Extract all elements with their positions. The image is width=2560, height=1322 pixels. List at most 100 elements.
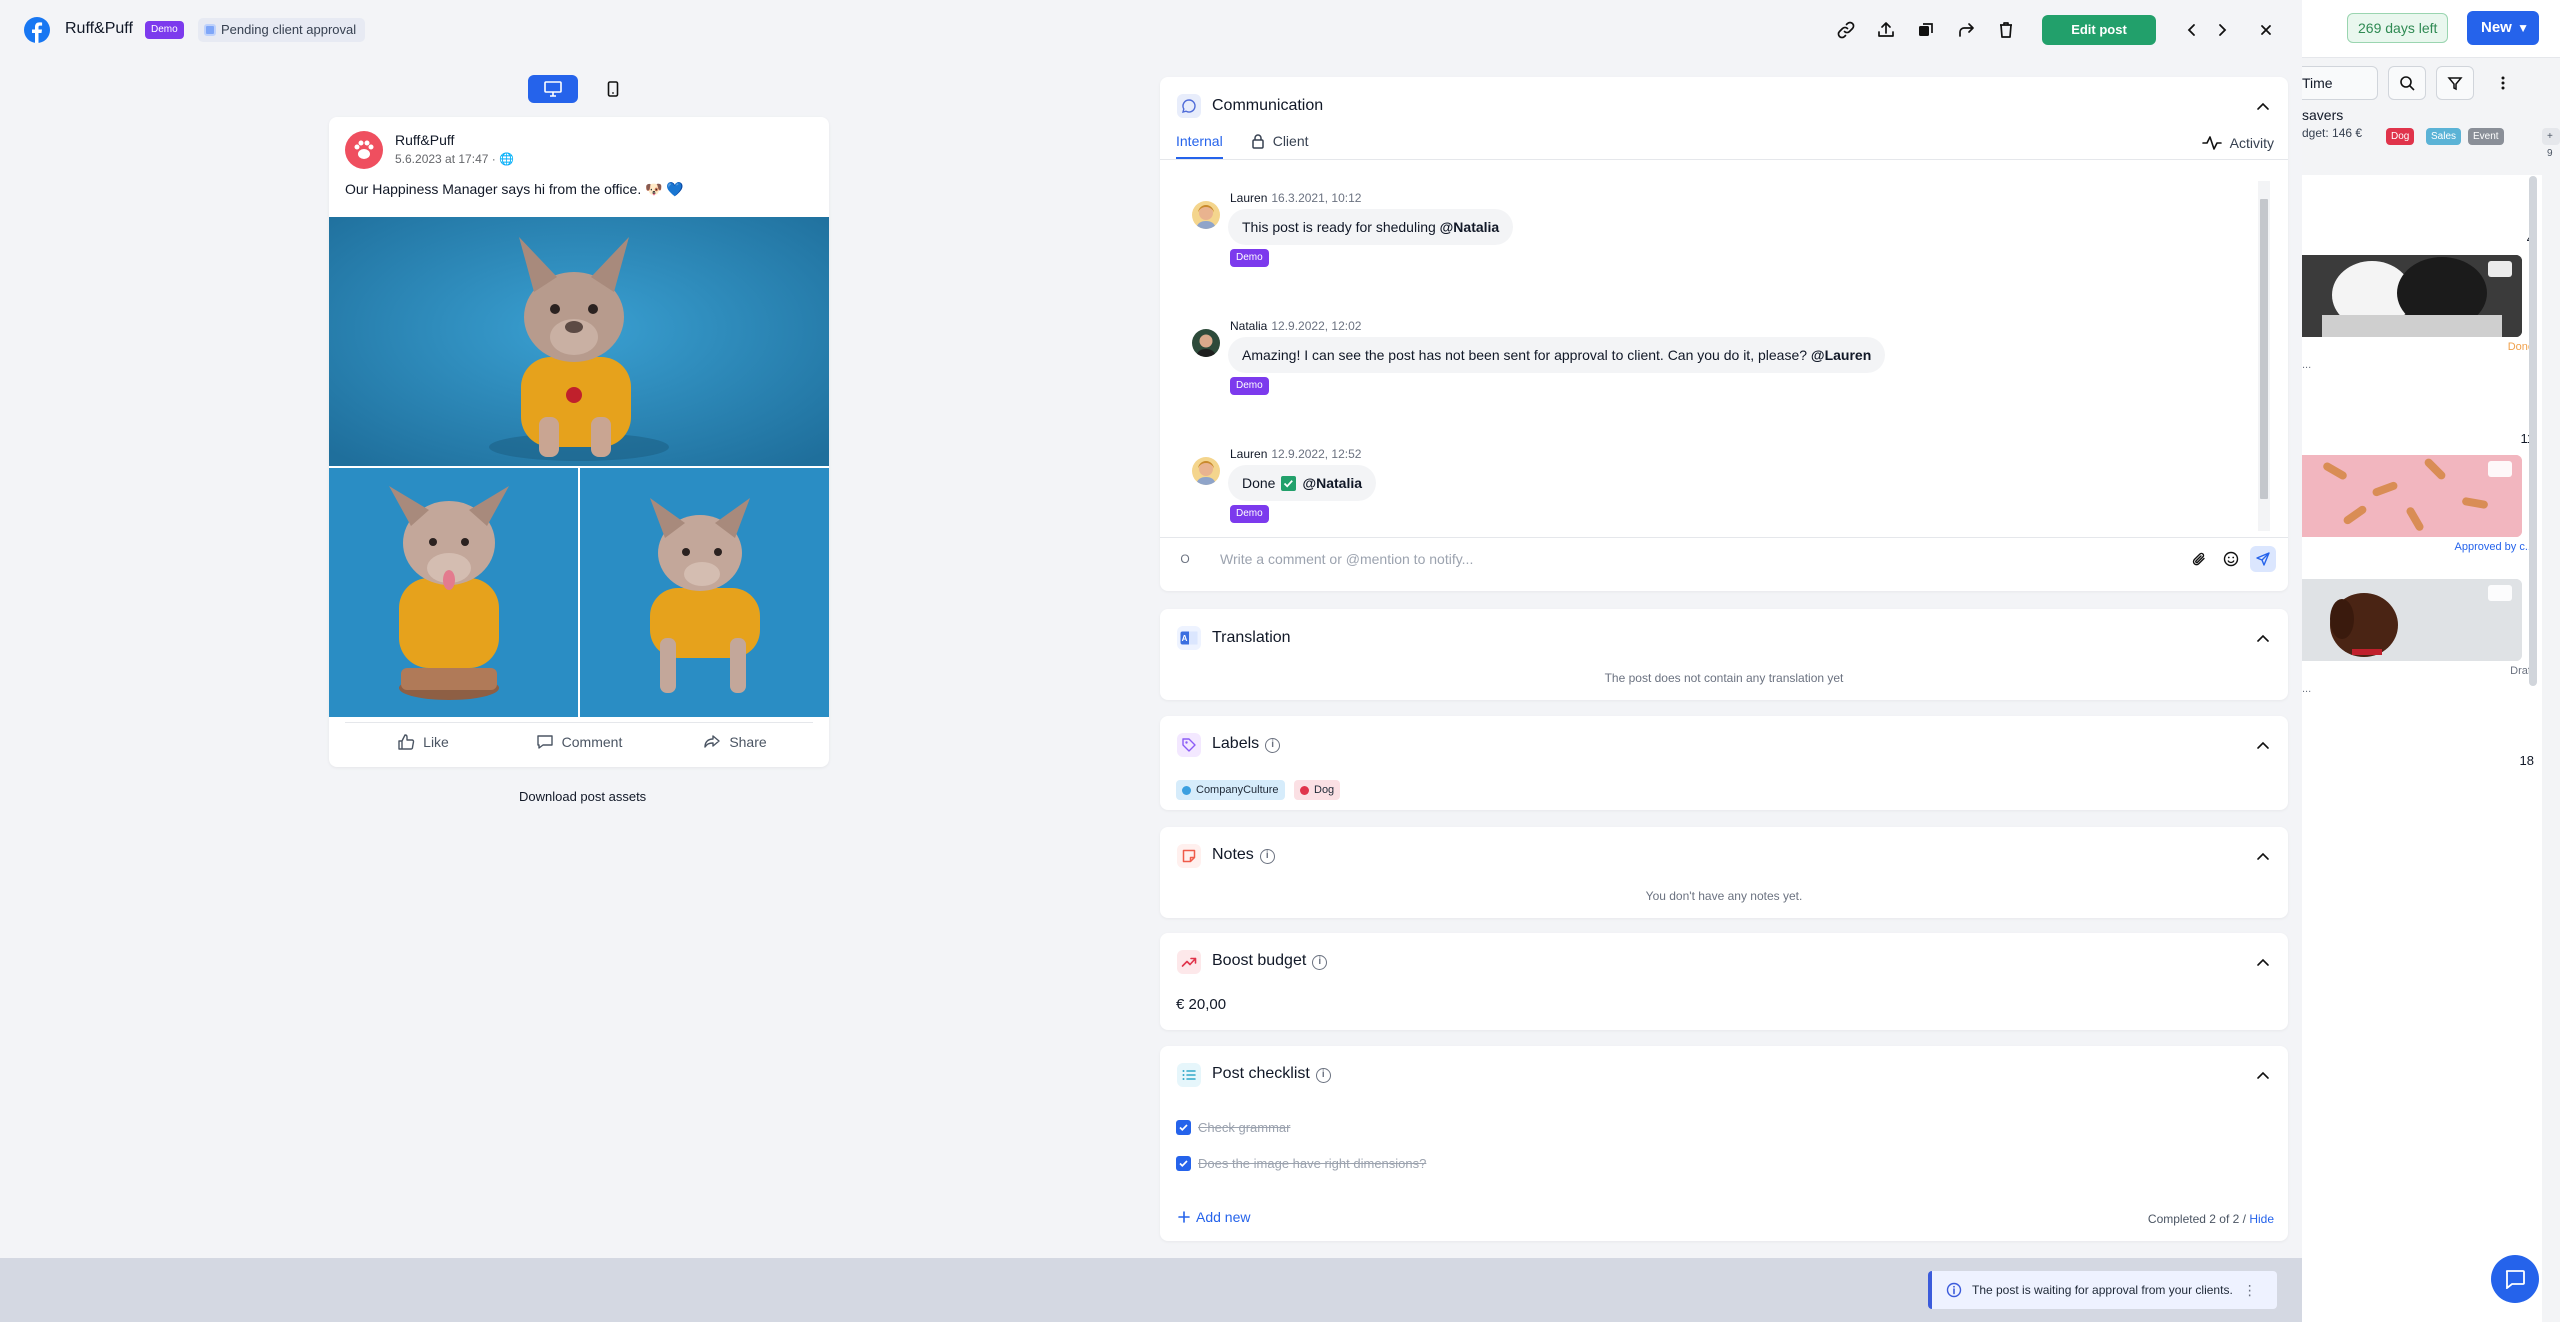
communication-collapse[interactable] <box>2252 95 2274 117</box>
calendar-post-thumb[interactable] <box>2302 255 2522 337</box>
comment-time: 12.9.2022, 12:52 <box>1271 447 1362 461</box>
comment-input[interactable] <box>1220 544 2100 574</box>
comment-meta: Lauren 16.3.2021, 10:12 <box>1230 191 1361 205</box>
next-post-button[interactable] <box>2208 16 2236 44</box>
approval-banner-text: The post is waiting for approval from yo… <box>1972 1283 2233 1297</box>
calendar-post-thumb[interactable] <box>2302 579 2522 661</box>
labels-title: Labels <box>1212 735 1260 752</box>
more-button[interactable] <box>2484 66 2522 100</box>
like-action[interactable]: Like <box>345 723 501 760</box>
comment-meta: Natalia 12.9.2022, 12:02 <box>1230 319 1361 333</box>
checklist-icon-wrap <box>1177 1063 1201 1087</box>
close-button[interactable] <box>2252 16 2280 44</box>
time-savers-button[interactable]: Time savers <box>2302 66 2378 123</box>
labels-title-wrap: Labels i <box>1212 735 1281 753</box>
label-chip-dog[interactable]: Dog <box>1294 780 1341 800</box>
paw-icon <box>354 140 374 159</box>
boost-collapse[interactable] <box>2252 951 2274 973</box>
thread-scrollbar[interactable] <box>2258 181 2270 531</box>
tab-internal[interactable]: Internal <box>1176 127 1223 159</box>
download-assets-link[interactable]: Download post assets <box>519 789 646 804</box>
export-button[interactable] <box>1872 16 1900 44</box>
mobile-view-button[interactable] <box>588 75 638 103</box>
activity-button[interactable]: Activity <box>2201 135 2274 151</box>
checklist-title-wrap: Post checklist i <box>1212 1065 1331 1083</box>
calendar-scrollbar[interactable] <box>2529 176 2537 686</box>
checklist-item: Does the image have right dimensions? <box>1176 1156 1426 1171</box>
comment-author: Natalia <box>1230 319 1268 333</box>
new-button[interactable]: New ▼ <box>2467 11 2539 45</box>
communication-tabs: Internal Client <box>1176 127 1309 159</box>
translate-icon: A <box>1180 631 1198 645</box>
comment-action[interactable]: Comment <box>501 723 657 760</box>
duplicate-button[interactable] <box>1912 16 1940 44</box>
comment-mention[interactable]: @Natalia <box>1440 219 1500 235</box>
calendar-post-thumb[interactable] <box>2302 455 2522 537</box>
previous-post-button[interactable] <box>2178 16 2206 44</box>
tag-icon <box>1182 738 1196 752</box>
copy-link-button[interactable] <box>1832 16 1860 44</box>
checkbox[interactable] <box>1176 1156 1191 1171</box>
checklist-collapse[interactable] <box>2252 1064 2274 1086</box>
info-icon[interactable]: i <box>1315 1068 1331 1083</box>
tabs-divider <box>1160 159 2288 160</box>
info-icon[interactable]: i <box>1312 955 1328 970</box>
attach-button[interactable] <box>2186 546 2212 572</box>
comment-author: Lauren <box>1230 191 1268 205</box>
boost-title-wrap: Boost budget i <box>1212 952 1328 970</box>
forward-button[interactable] <box>1952 16 1980 44</box>
trial-days-badge[interactable]: 269 days left <box>2347 13 2449 43</box>
chat-widget-button[interactable] <box>2491 1255 2539 1303</box>
post-image-main[interactable] <box>329 217 829 466</box>
tag-sales[interactable]: Sales <box>2426 128 2462 145</box>
scrollbar-thumb[interactable] <box>2260 199 2268 499</box>
post-image-3[interactable] <box>580 468 829 717</box>
share-icon <box>704 734 721 748</box>
communication-icon-wrap <box>1177 94 1201 118</box>
tab-client[interactable]: Client <box>1251 127 1309 159</box>
notes-collapse[interactable] <box>2252 845 2274 867</box>
notes-title: Notes <box>1212 846 1254 863</box>
post-checklist-card: Post checklist i Check grammar Does the i… <box>1160 1046 2288 1241</box>
banner-more-icon[interactable]: ⋮ <box>2243 1282 2257 1299</box>
share-action[interactable]: Share <box>657 723 813 760</box>
more-tags[interactable]: + 9 <box>2542 128 2560 159</box>
post-image-2[interactable] <box>329 468 578 717</box>
delete-button[interactable] <box>1992 16 2020 44</box>
emoji-button[interactable] <box>2218 546 2244 572</box>
approval-banner: The post is waiting for approval from yo… <box>1928 1271 2277 1309</box>
comment-time: 16.3.2021, 10:12 <box>1271 191 1362 205</box>
tag-dog[interactable]: Dog <box>2386 128 2415 145</box>
edit-post-button[interactable]: Edit post <box>2042 15 2156 45</box>
label-chip-companyculture[interactable]: CompanyCulture <box>1176 780 1285 800</box>
tab-client-label: Client <box>1272 133 1309 149</box>
comment-mention[interactable]: @Lauren <box>1811 347 1871 363</box>
chevron-up-icon <box>2257 852 2269 860</box>
add-checklist-item-button[interactable]: Add new <box>1178 1209 1250 1225</box>
activity-label: Activity <box>2229 135 2274 151</box>
info-circle-icon <box>1946 1282 1962 1298</box>
info-icon[interactable]: i <box>1259 849 1275 864</box>
comment-time: 12.9.2022, 12:02 <box>1271 319 1362 333</box>
labels-collapse[interactable] <box>2252 734 2274 756</box>
translation-collapse[interactable] <box>2252 627 2274 649</box>
search-button[interactable] <box>2388 66 2426 100</box>
filter-icon <box>2447 77 2463 91</box>
hide-completed-link[interactable]: Hide <box>2249 1212 2274 1226</box>
comment-mention[interactable]: @Natalia <box>1302 465 1362 501</box>
desktop-view-button[interactable] <box>528 75 578 103</box>
info-icon[interactable]: i <box>1265 738 1281 753</box>
chevron-up-icon <box>2257 634 2269 642</box>
tag-event[interactable]: Event <box>2468 128 2504 145</box>
filter-button[interactable] <box>2436 66 2474 100</box>
preview-device-switch <box>528 75 638 103</box>
send-button[interactable] <box>2250 546 2276 572</box>
checklist-item-text: Check grammar <box>1198 1120 1291 1135</box>
thumbs-up-icon <box>398 733 415 750</box>
facebook-post-preview: Ruff&Puff 5.6.2023 at 17:47 · 🌐 Our Happ… <box>329 117 829 767</box>
checkbox[interactable] <box>1176 1120 1191 1135</box>
time-savers-label: Time savers <box>2302 75 2344 123</box>
comment-bubble: Done @Natalia <box>1228 465 1377 501</box>
smile-icon <box>2223 551 2239 567</box>
calendar-day: 18 <box>2519 753 2534 768</box>
